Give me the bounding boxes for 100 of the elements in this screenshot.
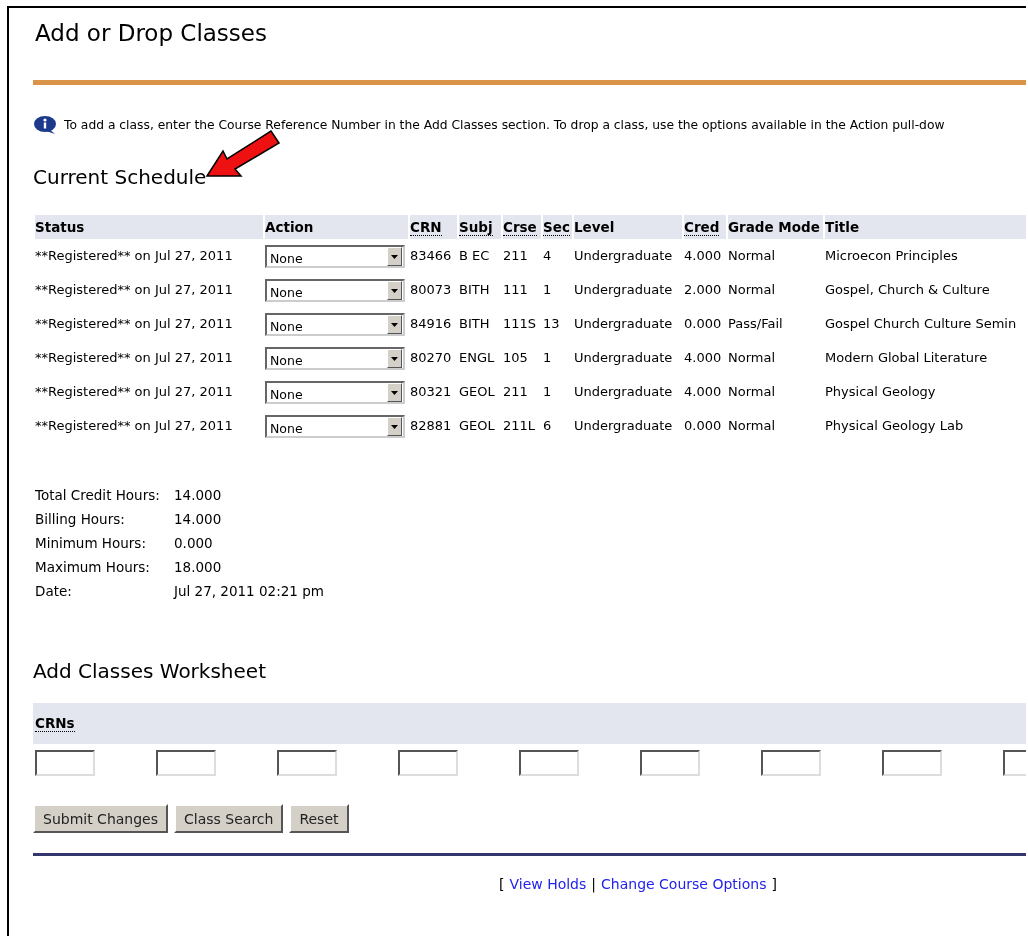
summary-value: 0.000 [174,535,214,551]
footer-link[interactable]: View Holds [509,876,587,892]
course-cell-text: 111S [503,315,538,333]
status-cell-text: **Registered** on Jul 27, 2011 [35,383,234,401]
grade-mode-cell-text: Pass/Fail [728,315,784,333]
caret-icon [391,322,398,327]
column-header: Subj [459,215,501,239]
section-heading: Add Classes Worksheet [33,659,266,683]
credit-cell-text: 4.000 [684,349,723,367]
crn-cell-text: 80073 [410,281,453,299]
bracket: ] [771,876,777,892]
course-cell-text: 111 [503,281,529,299]
summary-label: Billing Hours: [35,511,126,527]
grade-mode-cell-text: Normal [728,247,777,265]
status-cell-text: **Registered** on Jul 27, 2011 [35,315,234,333]
column-header: Crse [503,215,541,239]
crn-input-field[interactable] [640,750,700,776]
crn-cell-text: 80321 [410,383,453,401]
column-header: Action [265,215,408,239]
status-cell-text: **Registered** on Jul 27, 2011 [35,349,234,367]
subject-cell-text: GEOL [459,417,496,435]
page-title: Add or Drop Classes [34,20,268,48]
crn-input-field[interactable] [35,750,95,776]
section-cell-text: 1 [543,383,553,401]
subject-cell-text: GEOL [459,383,496,401]
course-title-cell-text: Physical Geology [825,383,937,401]
credit-cell-text: 4.000 [684,383,723,401]
summary-value: 14.000 [174,511,223,527]
summary-label: Date: [35,583,73,599]
column-header: Cred [684,215,726,239]
section-cell-text: 1 [543,349,553,367]
form-button[interactable]: Reset [289,804,349,833]
form-button[interactable]: Submit Changes [33,804,168,833]
action-dropdown[interactable]: None [265,313,405,336]
crn-input-field[interactable] [882,750,942,776]
summary-value: Jul 27, 2011 02:21 pm [174,583,325,599]
credit-cell-text: 0.000 [684,417,723,435]
level-cell-text: Undergraduate [574,417,674,435]
bracket: [ [499,876,505,892]
course-cell-text: 105 [503,349,529,367]
footer-link[interactable]: Change Course Options [601,876,767,892]
form-button[interactable]: Class Search [174,804,284,833]
credit-cell-text: 4.000 [684,247,723,265]
caret-icon [391,424,398,429]
column-header: CRN [410,215,457,239]
separator: | [591,876,597,892]
action-dropdown[interactable]: None [265,245,405,268]
summary-label: Total Credit Hours: [35,487,161,503]
summary-value: 14.000 [174,487,223,503]
course-cell-text: 211L [503,417,537,435]
caret-icon [391,390,398,395]
course-title-cell-text: Physical Geology Lab [825,417,965,435]
caret-icon [391,288,398,293]
action-dropdown[interactable]: None [265,415,405,438]
crn-input-field[interactable] [761,750,821,776]
crn-input-field[interactable] [277,750,337,776]
subject-cell-text: B EC [459,247,491,265]
subject-cell-text: BITH [459,281,491,299]
column-header: Sec [543,215,572,239]
summary-value: 18.000 [174,559,223,575]
subject-cell-text: BITH [459,315,491,333]
grade-mode-cell-text: Normal [728,281,777,299]
caret-icon [391,356,398,361]
action-dropdown[interactable]: None [265,347,405,370]
level-cell-text: Undergraduate [574,281,674,299]
credit-cell-text: 0.000 [684,315,723,333]
section-cell-text: 13 [543,315,561,333]
level-cell-text: Undergraduate [574,315,674,333]
level-cell-text: Undergraduate [574,349,674,367]
subject-cell-text: ENGL [459,349,496,367]
grade-mode-cell-text: Normal [728,417,777,435]
summary-label: Minimum Hours: [35,535,147,551]
crn-input-field[interactable] [156,750,216,776]
crn-cell-text: 84916 [410,315,453,333]
crn-cell-text: 82881 [410,417,453,435]
crn-cell-text: 80270 [410,349,453,367]
course-cell-text: 211 [503,247,529,265]
grade-mode-cell-text: Normal [728,349,777,367]
column-header: Status [35,215,263,239]
action-dropdown[interactable]: None [265,279,405,302]
action-dropdown[interactable]: None [265,381,405,404]
caret-icon [391,254,398,259]
column-header: Title [825,215,1026,239]
section-heading: Current Schedule [33,165,207,189]
course-title-cell-text: Modern Global Literature [825,349,989,367]
level-cell-text: Undergraduate [574,383,674,401]
section-cell-text: 1 [543,281,553,299]
level-cell-text: Undergraduate [574,247,674,265]
course-title-cell-text: Gospel Church Culture Semin [825,315,1018,333]
column-header: Level [574,215,682,239]
crn-cell-text: 83466 [410,247,453,265]
crn-input-field[interactable] [398,750,458,776]
section-cell-text: 4 [543,247,553,265]
course-cell-text: 211 [503,383,529,401]
column-header: CRNs [35,715,75,732]
crn-input-field[interactable] [519,750,579,776]
status-cell-text: **Registered** on Jul 27, 2011 [35,417,234,435]
grade-mode-cell-text: Normal [728,383,777,401]
section-cell-text: 6 [543,417,553,435]
info-icon [33,115,59,135]
